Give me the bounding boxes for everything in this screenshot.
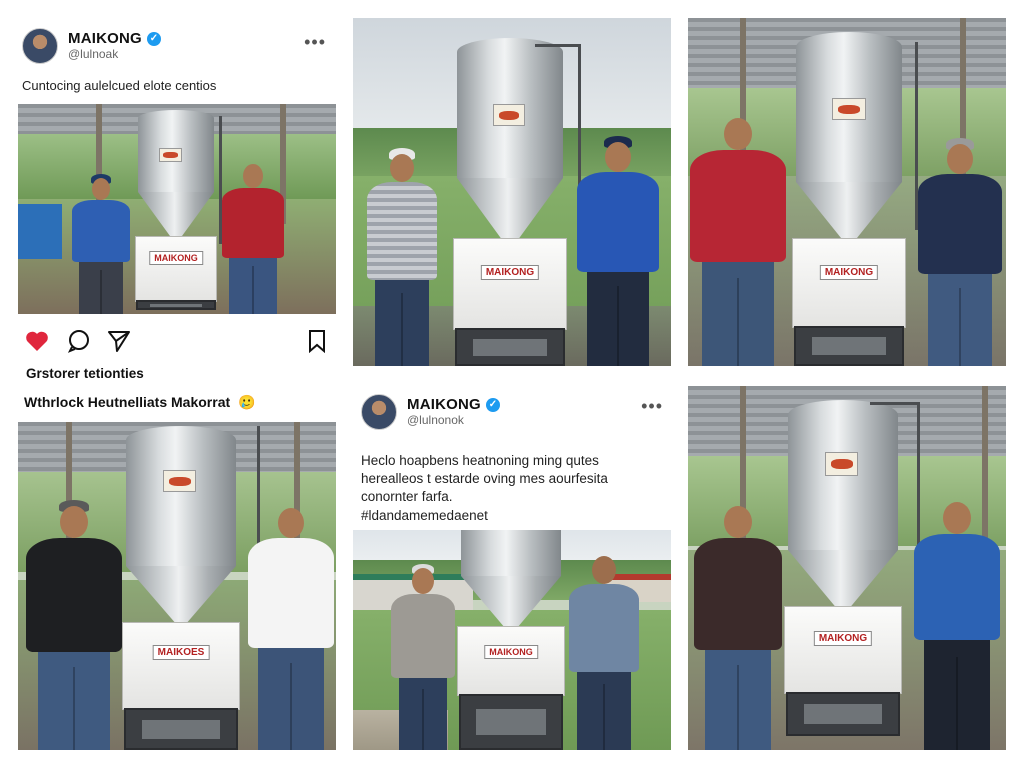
avatar[interactable] <box>361 394 397 430</box>
photo-tile-4[interactable]: MAIKOES <box>18 422 336 750</box>
avatar[interactable] <box>22 28 58 64</box>
caption-line: conornter farfa. <box>361 489 453 505</box>
person <box>914 502 1000 750</box>
heart-icon[interactable] <box>24 328 50 354</box>
post-title: Wthrlock Heutnelliats Makorrat 🥲 <box>24 394 255 411</box>
post-photo[interactable]: MAIKONG <box>353 530 671 750</box>
post-actions <box>24 328 330 354</box>
photo-tile-2[interactable]: MAIKONG <box>353 18 671 366</box>
comment-icon[interactable] <box>66 328 92 354</box>
post-header: MAIKONG ✓ @lulnonok <box>361 394 500 430</box>
post-caption: Heclo hoapbens heatnoning ming qutes her… <box>361 452 608 525</box>
post-header: MAIKONG ✓ @lulnoak <box>22 28 161 64</box>
verified-badge-icon: ✓ <box>146 32 161 47</box>
caption-line: Heclo hoapbens heatnoning ming qutes <box>361 453 599 468</box>
person <box>222 164 284 314</box>
share-icon[interactable] <box>106 328 132 354</box>
user-handle[interactable]: @lulnonok <box>407 413 500 428</box>
person <box>690 118 786 366</box>
post-photo[interactable]: MAIKONG <box>18 104 336 314</box>
person <box>918 138 1002 366</box>
emoji-icon: 🥲 <box>238 394 256 410</box>
machine-label: MAIKONG <box>149 251 203 265</box>
photo-tile-3[interactable]: MAIKONG <box>688 18 1006 366</box>
machine-label: MAIKONG <box>819 265 879 280</box>
post-card-2: MAIKONG ✓ @lulnonok ••• Heclo hoapbens h… <box>353 386 673 750</box>
caption-line: herealleos t estarde oving mes aourfesit… <box>361 471 608 487</box>
post-title-text: Wthrlock Heutnelliats Makorrat <box>24 394 231 410</box>
more-options-icon[interactable]: ••• <box>641 396 663 417</box>
post-caption: Cuntocing aulelcued elote centios <box>22 78 217 93</box>
user-handle[interactable]: @lulnoak <box>68 47 161 62</box>
more-options-icon[interactable]: ••• <box>304 32 326 53</box>
machine-label: MAIKONG <box>480 265 540 280</box>
photo-tile-6[interactable]: MAIKONG <box>688 386 1006 750</box>
person <box>577 136 659 366</box>
person <box>26 500 122 750</box>
machine-label: MAIKOES <box>152 645 210 660</box>
person <box>367 148 437 366</box>
machine-label: MAIKONG <box>813 631 873 646</box>
display-name[interactable]: MAIKONG <box>68 30 142 47</box>
person <box>248 508 334 750</box>
hashtag-link[interactable]: #ldandamemedaenet <box>361 507 608 525</box>
person <box>694 506 782 750</box>
display-name[interactable]: MAIKONG <box>407 396 481 413</box>
bookmark-icon[interactable] <box>304 328 330 354</box>
machine-label: MAIKONG <box>484 645 538 659</box>
post-card-1: MAIKONG ✓ @lulnoak ••• Cuntocing aulelcu… <box>14 18 340 390</box>
section-heading: Grstorer tetionties <box>26 366 144 381</box>
person <box>72 174 130 314</box>
person <box>569 556 639 750</box>
verified-badge-icon: ✓ <box>485 398 500 413</box>
person <box>391 564 455 750</box>
